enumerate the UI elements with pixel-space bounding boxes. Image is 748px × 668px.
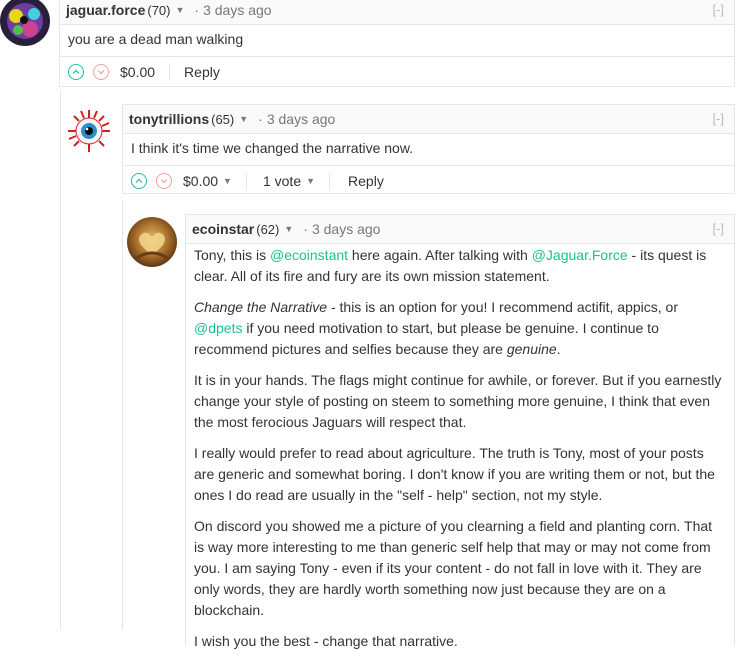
text-segment: if you need motivation to start, but ple… <box>194 320 659 357</box>
downvote-icon[interactable] <box>93 64 109 80</box>
paragraph: Change the Narrative - this is an option… <box>194 297 726 360</box>
chevron-down-icon[interactable]: ▼ <box>223 176 232 186</box>
chevron-down-icon[interactable]: ▼ <box>176 5 185 15</box>
separator-dot: · <box>258 111 263 127</box>
timestamp[interactable]: 3 days ago <box>203 2 272 18</box>
timestamp[interactable]: 3 days ago <box>312 221 381 237</box>
author-reputation: (70) <box>147 2 171 18</box>
upvote-icon[interactable] <box>68 64 84 80</box>
comment: ecoinstar (62) ▼ · 3 days ago [-] Tony, … <box>185 214 735 649</box>
mention-link[interactable]: @Jaguar.Force <box>532 247 628 263</box>
chevron-down-icon[interactable]: ▼ <box>306 176 315 186</box>
comment-text: I think it's time we changed the narrati… <box>131 140 414 156</box>
chevron-down-icon[interactable]: ▼ <box>239 114 248 124</box>
divider <box>169 63 171 81</box>
paragraph: Tony, this is @ecoinstant here again. Af… <box>194 245 726 287</box>
paragraph: On discord you showed me a picture of yo… <box>194 518 713 618</box>
timestamp[interactable]: 3 days ago <box>267 111 336 127</box>
thread-line <box>60 90 61 630</box>
collapse-button[interactable]: [-] <box>712 2 724 17</box>
author-reputation: (62) <box>256 221 280 237</box>
author-name[interactable]: tonytrillions <box>129 111 209 127</box>
text-segment: . <box>556 341 561 357</box>
text-segment: here again. After talking with <box>348 247 532 263</box>
collapse-button[interactable]: [-] <box>712 111 724 126</box>
vote-count[interactable]: 1 vote <box>263 173 301 189</box>
paragraph: I wish you the best - change that narrat… <box>194 633 458 649</box>
downvote-icon[interactable] <box>156 173 172 189</box>
comment-header: ecoinstar (62) ▼ · 3 days ago [-] <box>186 215 734 244</box>
upvote-icon[interactable] <box>131 173 147 189</box>
reply-button[interactable]: Reply <box>184 64 220 80</box>
paragraph: I really would prefer to read about agri… <box>194 445 715 503</box>
divider <box>245 172 247 190</box>
payout-value[interactable]: $0.00 <box>120 64 155 80</box>
reply-button[interactable]: Reply <box>348 173 384 189</box>
comment-body: Tony, this is @ecoinstant here again. Af… <box>186 244 734 668</box>
emphasis-text: genuine <box>506 341 557 357</box>
text-segment: Tony, this is <box>194 247 270 263</box>
text-segment: - this is an option for you! I recommend… <box>327 299 679 315</box>
avatar[interactable] <box>0 0 50 46</box>
paragraph: It is in your hands. The flags might con… <box>194 372 722 430</box>
comment-header: jaguar.force (70) ▼ · 3 days ago [-] <box>60 0 734 25</box>
author-name[interactable]: jaguar.force <box>66 2 145 18</box>
avatar[interactable] <box>64 106 114 156</box>
separator-dot: · <box>303 221 308 237</box>
comment-footer: $0.00 ▼ 1 vote ▼ Reply <box>123 165 734 196</box>
comment-text: you are a dead man walking <box>68 31 244 47</box>
comment: tonytrillions (65) ▼ · 3 days ago [-] I … <box>122 104 735 194</box>
separator-dot: · <box>194 2 200 18</box>
thread-line <box>122 200 123 630</box>
comment-footer: $0.00 Reply <box>60 56 734 87</box>
comment-header: tonytrillions (65) ▼ · 3 days ago [-] <box>123 105 734 134</box>
author-name[interactable]: ecoinstar <box>192 221 254 237</box>
comment-body: you are a dead man walking <box>60 25 734 56</box>
divider <box>329 172 331 190</box>
payout-value[interactable]: $0.00 <box>183 173 218 189</box>
collapse-button[interactable]: [-] <box>712 221 724 236</box>
chevron-down-icon[interactable]: ▼ <box>284 224 293 234</box>
author-reputation: (65) <box>211 111 235 127</box>
comment-body: I think it's time we changed the narrati… <box>123 134 734 165</box>
avatar[interactable] <box>127 217 177 267</box>
comment: jaguar.force (70) ▼ · 3 days ago [-] you… <box>59 0 735 87</box>
emphasis-text: Change the Narrative <box>194 299 328 315</box>
mention-link[interactable]: @ecoinstant <box>270 247 348 263</box>
mention-link[interactable]: @dpets <box>194 320 242 336</box>
